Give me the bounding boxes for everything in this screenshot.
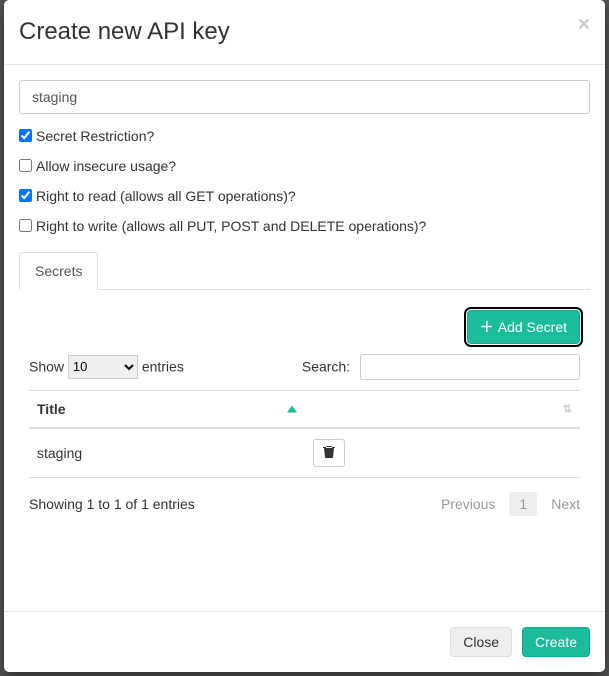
modal-body: Secret Restriction? Allow insecure usage… <box>4 65 605 611</box>
right-write-label: Right to write (allows all PUT, POST and… <box>36 218 426 234</box>
secret-restriction-checkbox[interactable] <box>19 129 32 142</box>
search-label: Search: <box>302 358 350 374</box>
entries-label: entries <box>142 358 184 374</box>
trash-icon <box>323 445 335 461</box>
tabs: Secrets <box>19 252 590 290</box>
column-actions[interactable] <box>305 390 581 428</box>
modal-dialog: Create new API key × Secret Restriction?… <box>4 0 605 672</box>
right-write-row: Right to write (allows all PUT, POST and… <box>19 218 590 234</box>
allow-insecure-label: Allow insecure usage? <box>36 158 176 174</box>
pagination: Previous 1 Next <box>441 492 580 516</box>
table-row: staging <box>29 428 580 478</box>
page-length-select[interactable]: 102550100 <box>68 355 138 379</box>
right-write-checkbox[interactable] <box>19 219 32 232</box>
allow-insecure-checkbox[interactable] <box>19 159 32 172</box>
secret-restriction-row: Secret Restriction? <box>19 128 590 144</box>
allow-insecure-row: Allow insecure usage? <box>19 158 590 174</box>
search-input[interactable] <box>360 354 580 380</box>
delete-secret-button[interactable] <box>313 439 345 467</box>
secret-title-cell: staging <box>29 428 305 478</box>
tab-secrets[interactable]: Secrets <box>19 252 98 290</box>
secrets-pane: ＋ Add Secret Show 102550100 entries Sear… <box>19 290 590 526</box>
pager-previous[interactable]: Previous <box>441 496 495 512</box>
modal-title: Create new API key <box>19 15 590 49</box>
search-control: Search: <box>302 354 580 380</box>
modal-header: Create new API key × <box>4 0 605 65</box>
plus-icon: ＋ <box>480 317 494 337</box>
modal-footer: Close Create <box>4 611 605 672</box>
close-button[interactable]: Close <box>450 627 512 657</box>
pager-next[interactable]: Next <box>551 496 580 512</box>
add-secret-button[interactable]: ＋ Add Secret <box>467 310 580 344</box>
table-info: Showing 1 to 1 of 1 entries <box>29 496 195 512</box>
secret-restriction-label: Secret Restriction? <box>36 128 154 144</box>
show-label: Show <box>29 358 64 374</box>
datatable-controls: Show 102550100 entries Search: <box>29 354 580 380</box>
close-icon[interactable]: × <box>578 14 590 35</box>
api-key-name-input[interactable] <box>19 80 590 114</box>
add-secret-label: Add Secret <box>498 319 567 335</box>
pager-current[interactable]: 1 <box>509 492 537 516</box>
create-button[interactable]: Create <box>522 627 590 657</box>
right-read-row: Right to read (allows all GET operations… <box>19 188 590 204</box>
length-control: Show 102550100 entries <box>29 355 184 379</box>
column-title[interactable]: Title <box>29 390 305 428</box>
datatable-footer: Showing 1 to 1 of 1 entries Previous 1 N… <box>29 492 580 516</box>
secrets-table: Title staging <box>29 390 580 478</box>
right-read-checkbox[interactable] <box>19 189 32 202</box>
right-read-label: Right to read (allows all GET operations… <box>36 188 296 204</box>
